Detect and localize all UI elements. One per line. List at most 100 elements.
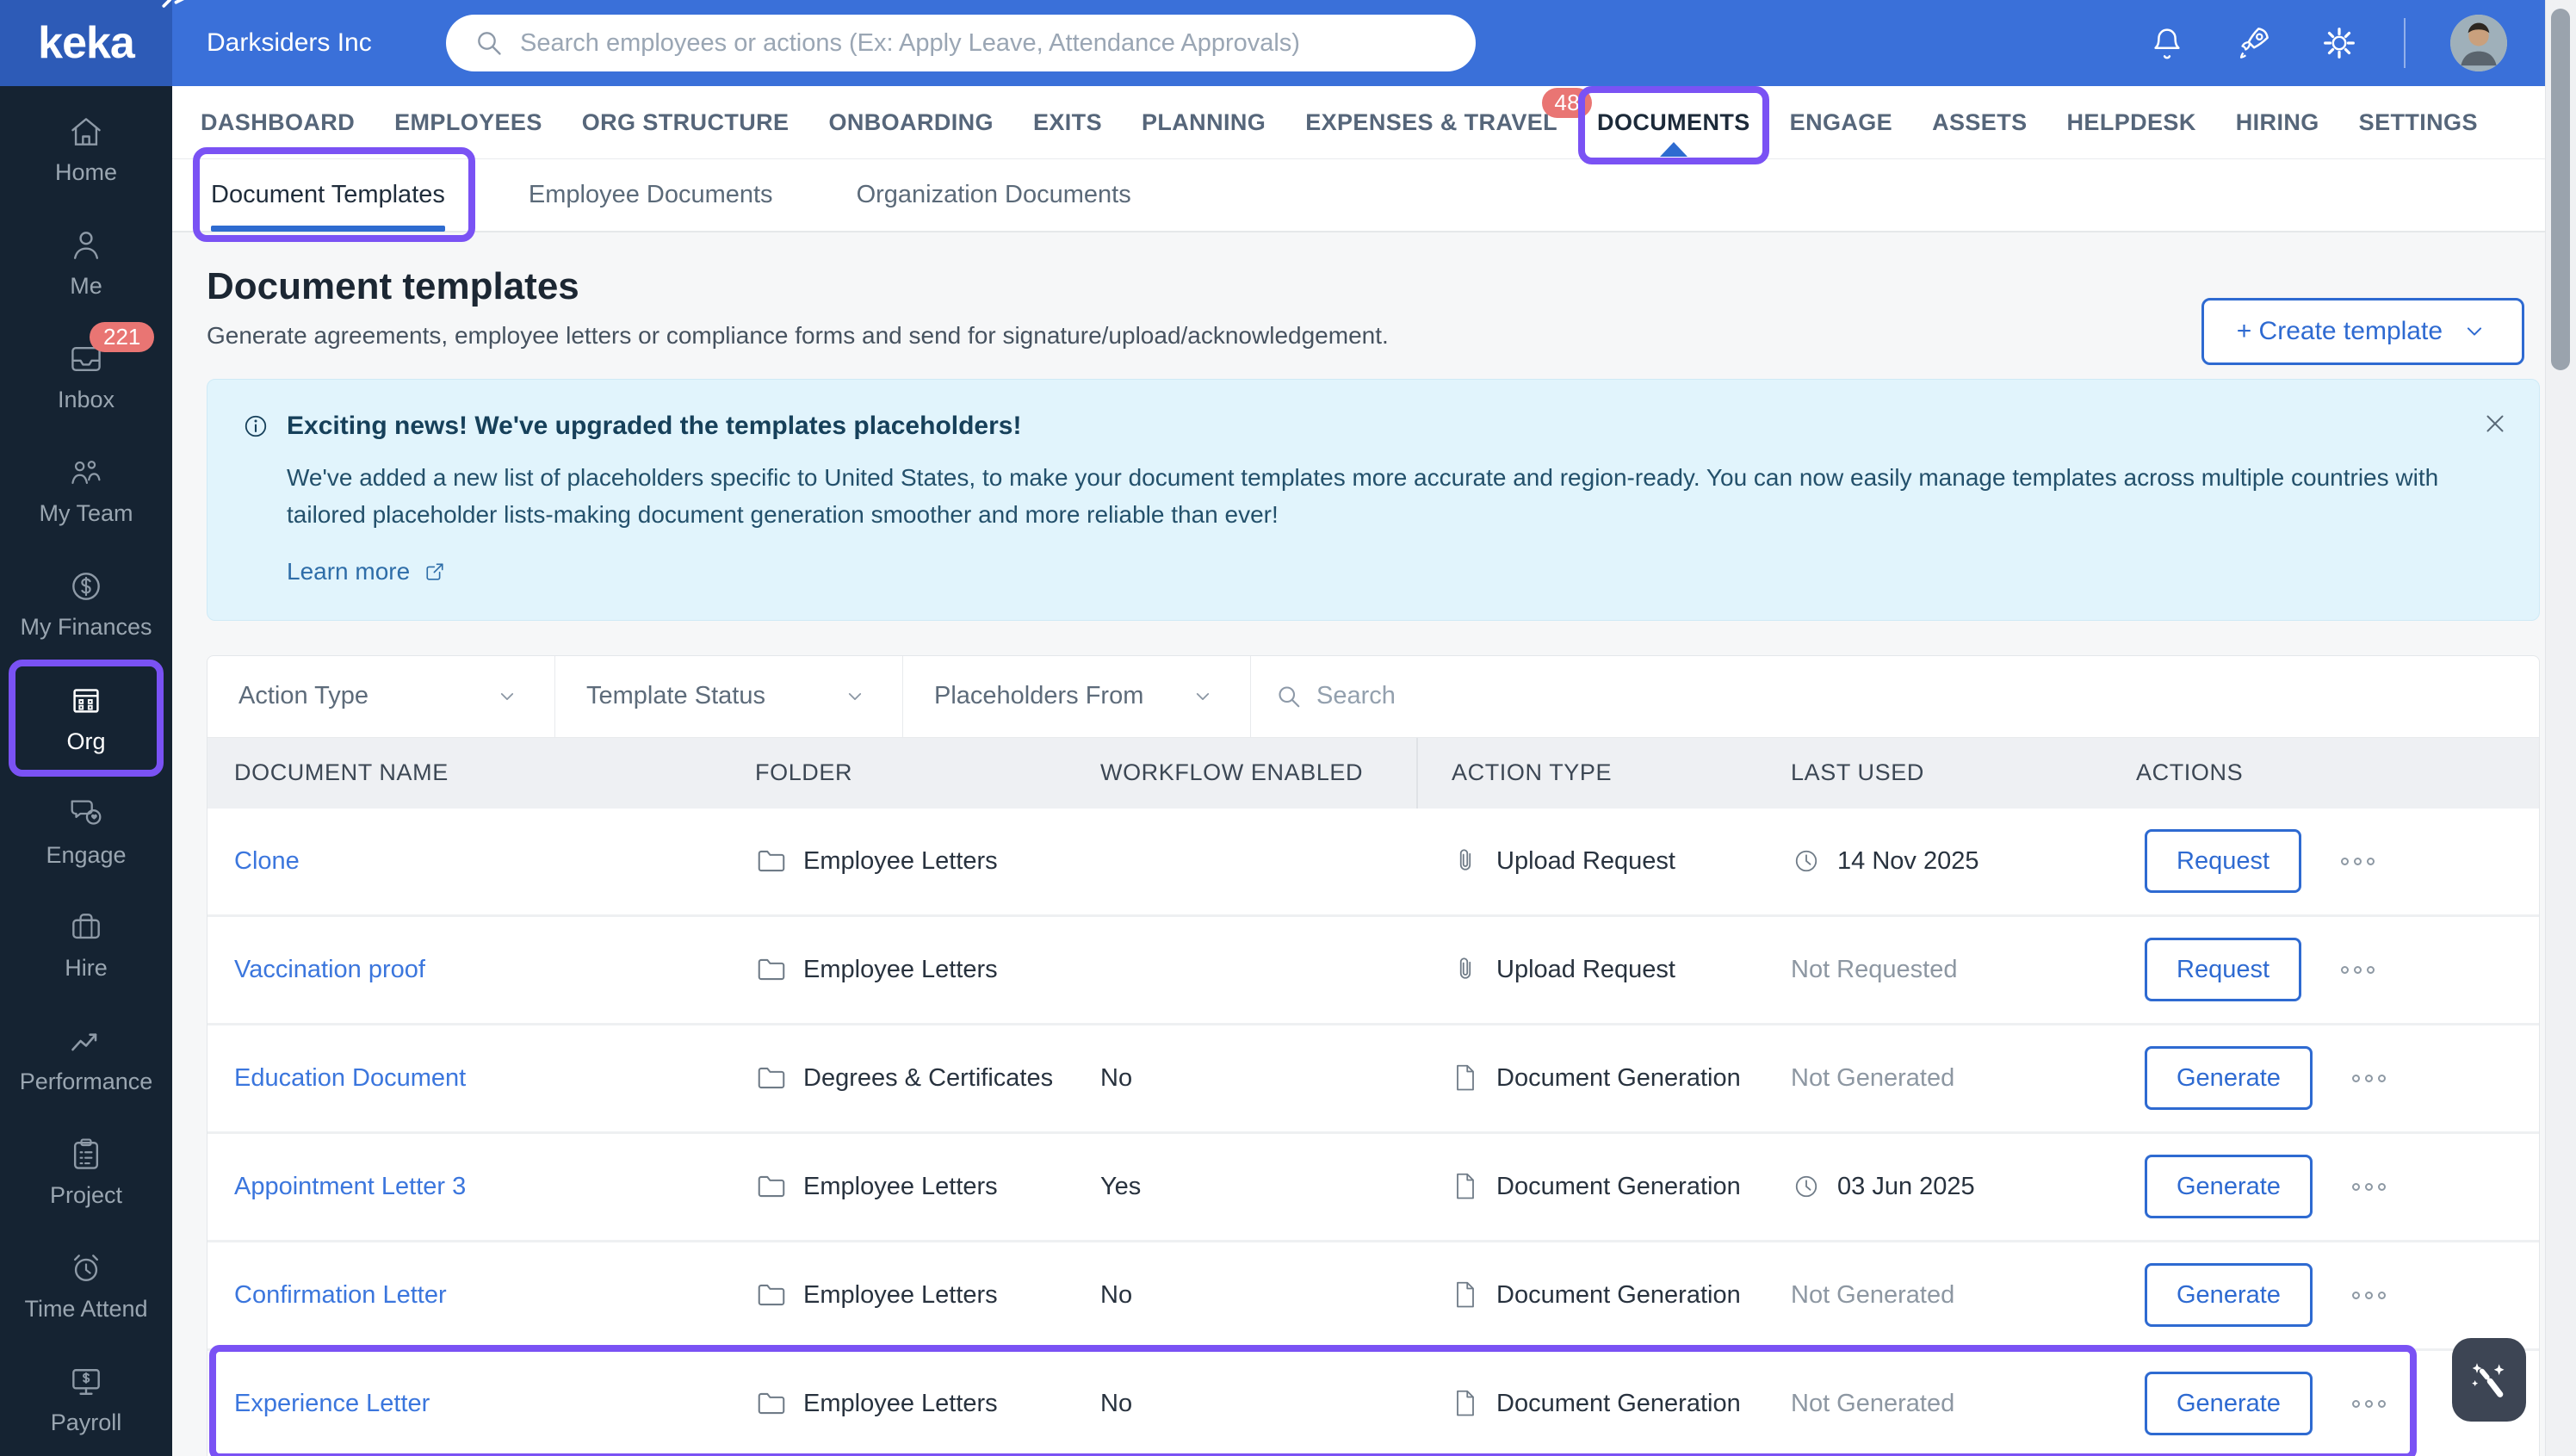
action-type-value: Document Generation [1496,1063,1741,1092]
tab-planning[interactable]: PLANNING [1142,86,1266,159]
sidebar-item-performance[interactable]: Performance [0,1001,172,1115]
col-folder: FOLDER [755,759,853,786]
tab-engage[interactable]: ENGAGE [1790,86,1892,159]
col-action-type: ACTION TYPE [1416,737,1791,809]
sidebar-item-time-attend[interactable]: Time Attend [0,1229,172,1342]
tab-employees[interactable]: EMPLOYEES [394,86,542,159]
tab-expenses-travel[interactable]: EXPENSES & TRAVEL 48 [1305,86,1593,159]
ai-assistant-fab[interactable] [2452,1338,2526,1422]
workflow-value: Yes [1100,1172,1142,1200]
sidebar-item-label: Home [54,159,118,186]
last-used-value: Not Generated [1791,1063,1955,1092]
tab-exits[interactable]: EXITS [1033,86,1102,159]
row-menu-button[interactable] [2351,1291,2386,1299]
person-icon [73,232,99,260]
template-name-link[interactable]: Vaccination proof [234,956,425,983]
filter-row: Action Type Template Status Placeholders… [207,655,2539,738]
avatar[interactable] [2450,15,2507,71]
template-name-link[interactable]: Clone [234,847,300,875]
tab-hiring[interactable]: HIRING [2236,86,2319,159]
template-name-link[interactable]: Experience Letter [234,1390,430,1417]
global-search[interactable] [446,15,1476,71]
tab-helpdesk[interactable]: HELPDESK [2067,86,2196,159]
generate-button[interactable]: Generate [2145,1046,2313,1111]
scrollbar-track[interactable] [2545,0,2576,1456]
templates-card: Action Type Template Status Placeholders… [207,654,2540,1456]
template-name-link[interactable]: Appointment Letter 3 [234,1173,466,1200]
dollar-icon [72,573,100,600]
sidebar-item-label: Project [49,1181,123,1208]
bell-icon[interactable] [2147,23,2187,63]
global-search-input[interactable] [520,28,1450,58]
sidebar-item-me[interactable]: Me [0,207,172,320]
keka-logo[interactable]: keka [0,0,184,86]
create-template-button[interactable]: + Create template [2201,298,2524,365]
row-menu-button[interactable] [2351,1074,2386,1082]
sidebar-item-engage[interactable]: Engage [0,775,172,889]
row-menu-button[interactable] [2351,1182,2386,1191]
folder-name: Employee Letters [803,1389,998,1417]
tab-assets[interactable]: ASSETS [1932,86,2027,159]
sidebar-item-hire[interactable]: Hire [0,888,172,1001]
row-menu-button[interactable] [2341,965,2375,974]
table-row: Clone Employee Letters Upload Request 14… [207,808,2539,917]
file-icon [1457,1391,1474,1416]
expenses-count-badge: 48 [1542,87,1593,118]
generate-button[interactable]: Generate [2145,1263,2313,1328]
external-link-icon [426,563,443,580]
paperclip-icon [1459,849,1471,871]
sidebar-item-label: Payroll [50,1409,122,1435]
topbar-divider [2404,18,2406,68]
folder-icon [758,1393,785,1415]
file-icon [1457,1174,1474,1199]
request-button[interactable]: Request [2145,829,2302,894]
sidebar-item-label: Performance [19,1068,153,1094]
rocket-icon[interactable] [2232,22,2275,65]
table-row: Vaccination proof Employee Letters Uploa… [207,916,2539,1025]
alarm-clock-icon [73,1254,99,1281]
sidebar-item-org[interactable]: Org [0,659,172,777]
action-type-value: Document Generation [1496,1172,1741,1200]
documents-subnav: Document Templates Employee Documents Or… [172,147,2545,242]
generate-button[interactable]: Generate [2145,1372,2313,1436]
sidebar-item-inbox[interactable]: 221 Inbox [0,320,172,434]
sidebar-item-my-finances[interactable]: My Finances [0,548,172,661]
chevron-down-icon [1196,692,1210,700]
subtab-organization-documents[interactable]: Organization Documents [857,158,1131,232]
tab-dashboard[interactable]: DASHBOARD [201,86,355,159]
learn-more-link[interactable]: Learn more [287,558,448,585]
tab-org-structure[interactable]: ORG STRUCTURE [582,86,790,159]
tab-onboarding[interactable]: ONBOARDING [828,86,994,159]
subtab-employee-documents[interactable]: Employee Documents [529,158,773,232]
request-button[interactable]: Request [2145,938,2302,1002]
gear-icon[interactable] [2319,23,2359,63]
filter-action-type[interactable]: Action Type [207,655,555,737]
sidebar-item-label: Hire [65,954,108,981]
last-used-value: Not Generated [1791,1389,1955,1417]
filter-placeholders-from[interactable]: Placeholders From [903,655,1251,737]
generate-button[interactable]: Generate [2145,1155,2313,1219]
row-menu-button[interactable] [2351,1399,2386,1408]
last-used-value: 14 Nov 2025 [1837,846,1979,875]
last-used-value: 03 Jun 2025 [1837,1172,1975,1200]
tab-documents[interactable]: DOCUMENTS [1578,85,1769,164]
banner-close-button[interactable] [2480,409,2510,443]
scrollbar-thumb[interactable] [2551,9,2570,370]
template-name-link[interactable]: Confirmation Letter [234,1281,447,1309]
tab-settings[interactable]: SETTINGS [2359,86,2478,159]
page-content: Document templates Generate agreements, … [172,265,2545,1456]
search-icon [478,32,501,55]
template-name-link[interactable]: Education Document [234,1064,466,1092]
sidebar-item-my-team[interactable]: My Team [0,434,172,548]
subtab-document-templates[interactable]: Document Templates [193,147,475,242]
filter-template-status[interactable]: Template Status [555,655,903,737]
sidebar-item-home[interactable]: Home [0,93,172,207]
sidebar-item-project[interactable]: Project [0,1115,172,1229]
sidebar-item-payroll[interactable]: Payroll [0,1342,172,1456]
sidebar-item-label: Me [70,273,102,300]
table-search-input[interactable] [1316,682,1833,711]
row-menu-button[interactable] [2341,857,2375,865]
sidebar-item-label: Inbox [57,387,115,413]
table-search[interactable] [1251,656,2539,737]
sidebar: Home Me 221 Inbox My Team My Finances Or… [0,86,172,1456]
